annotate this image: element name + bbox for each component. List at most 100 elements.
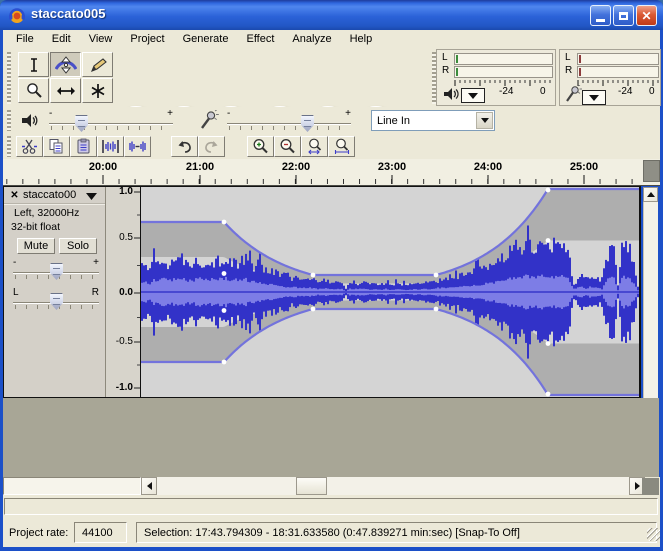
track-menu-arrow-icon[interactable] [86,193,97,200]
track-title[interactable]: staccato00 [23,189,76,201]
slider-ticks [229,126,349,130]
input-source-select[interactable]: Line In [371,110,495,131]
microphone-icon [199,110,219,131]
menu-effect[interactable]: Effect [237,30,283,48]
menu-help[interactable]: Help [341,30,382,48]
multi-tool-button[interactable] [82,78,113,103]
tool-palette [18,52,114,104]
envelope-control-point[interactable] [546,392,551,397]
envelope-control-point[interactable] [546,188,551,193]
timeline-label: 20:00 [89,161,117,173]
slider-track [227,123,351,125]
output-meter-tick-0: 0 [540,86,546,97]
timeline-ruler[interactable]: 20:0021:0022:0023:0024:0025:00 [3,159,660,186]
maximize-button[interactable] [613,5,634,26]
zoom-out-icon [279,138,296,155]
project-rate-value[interactable]: 44100 [74,522,127,543]
copy-button[interactable] [43,136,70,157]
ibeam-icon [25,57,43,73]
trim-button[interactable] [97,136,124,157]
envelope-control-point[interactable] [222,271,227,276]
input-volume-slider[interactable]: - + [227,107,351,134]
zoom-out-button[interactable] [274,136,301,157]
menu-project[interactable]: Project [121,30,173,48]
speaker-icon [443,86,459,102]
input-meter-left-label: L [565,52,571,63]
output-meter-right-label: R [442,65,449,76]
empty-track-area [3,398,659,477]
scroll-up-button[interactable] [643,187,658,202]
resize-grip[interactable] [647,528,660,541]
envelope-tool-button[interactable] [50,52,81,77]
envelope-control-point[interactable] [222,220,227,225]
trim-icon [101,138,120,155]
title-bar[interactable]: staccato005 ✕ [0,0,663,30]
copy-icon [48,138,65,155]
envelope-control-point[interactable] [434,273,439,278]
output-volume-slider[interactable]: - + [49,107,173,134]
envelope-control-point[interactable] [311,307,316,312]
paste-icon [75,138,92,155]
track-gain-slider[interactable]: - + [13,256,99,282]
output-meter-left-bar [454,53,553,65]
track-close-button[interactable]: ✕ [8,189,21,202]
input-meter-dropdown[interactable] [582,90,606,105]
horizontal-scrollbar-thumb[interactable] [296,477,327,495]
output-meter-dropdown[interactable] [461,88,485,103]
track-pan-slider[interactable]: L R [13,286,99,312]
track-control-panel: ✕ staccato00 Left, 32000Hz 32-bit float … [4,187,105,397]
double-arrow-icon [56,85,76,97]
fit-selection-button[interactable] [301,136,328,157]
envelope-control-point[interactable] [546,238,551,243]
draw-tool-button[interactable] [82,52,113,77]
bottom-left-pane [3,477,141,495]
input-meter-level-line [579,55,581,63]
envelope-control-point[interactable] [546,341,551,346]
input-meter-level-line [579,68,581,76]
fit-project-icon [333,138,351,155]
vruler-label: 1.0 [119,186,133,197]
input-source-dropdown-button[interactable] [476,112,493,129]
mixer-toolbar-grip[interactable] [7,110,11,131]
menu-generate[interactable]: Generate [174,30,238,48]
timeshift-tool-button[interactable] [50,78,81,103]
envelope-control-point[interactable] [222,308,227,313]
close-button[interactable]: ✕ [636,5,657,26]
paste-button[interactable] [70,136,97,157]
menu-analyze[interactable]: Analyze [283,30,340,48]
zoom-in-button[interactable] [247,136,274,157]
input-meter-right-bar [577,66,659,78]
undo-button[interactable] [171,136,198,157]
mute-button[interactable]: Mute [17,238,55,254]
input-meter-right-label: R [565,65,572,76]
wave-center-line [141,291,639,292]
silence-button[interactable] [124,136,151,157]
fit-selection-icon [306,138,324,155]
menu-file[interactable]: File [7,30,43,48]
redo-button[interactable] [198,136,225,157]
output-meter-left-label: L [442,52,448,63]
envelope-control-point[interactable] [311,273,316,278]
output-meter-level-line [456,55,458,63]
zoom-tool-button[interactable] [18,78,49,103]
solo-button[interactable]: Solo [59,238,97,254]
vertical-ruler[interactable]: 1.00.50.0-0.5-1.0 [106,187,140,397]
envelope-control-point[interactable] [434,307,439,312]
mixer-toolbar: - + - + Line In [3,107,660,134]
minimize-button[interactable] [590,5,611,26]
menu-edit[interactable]: Edit [43,30,80,48]
scroll-left-button[interactable] [141,477,157,495]
toolbar-grip[interactable] [7,52,11,104]
pencil-icon [89,57,107,73]
envelope-control-point[interactable] [222,360,227,365]
horizontal-scrollbar-row [3,477,660,495]
waveform-display[interactable] [141,187,639,397]
horizontal-scrollbar[interactable] [157,477,629,495]
edit-toolbar-grip[interactable] [7,136,11,157]
fit-project-button[interactable] [328,136,355,157]
cut-button[interactable] [16,136,43,157]
menu-view[interactable]: View [80,30,122,48]
timeline-label: 24:00 [474,161,502,173]
selection-tool-button[interactable] [18,52,49,77]
timeline-labels: 20:0021:0022:0023:0024:0025:00 [3,159,660,186]
